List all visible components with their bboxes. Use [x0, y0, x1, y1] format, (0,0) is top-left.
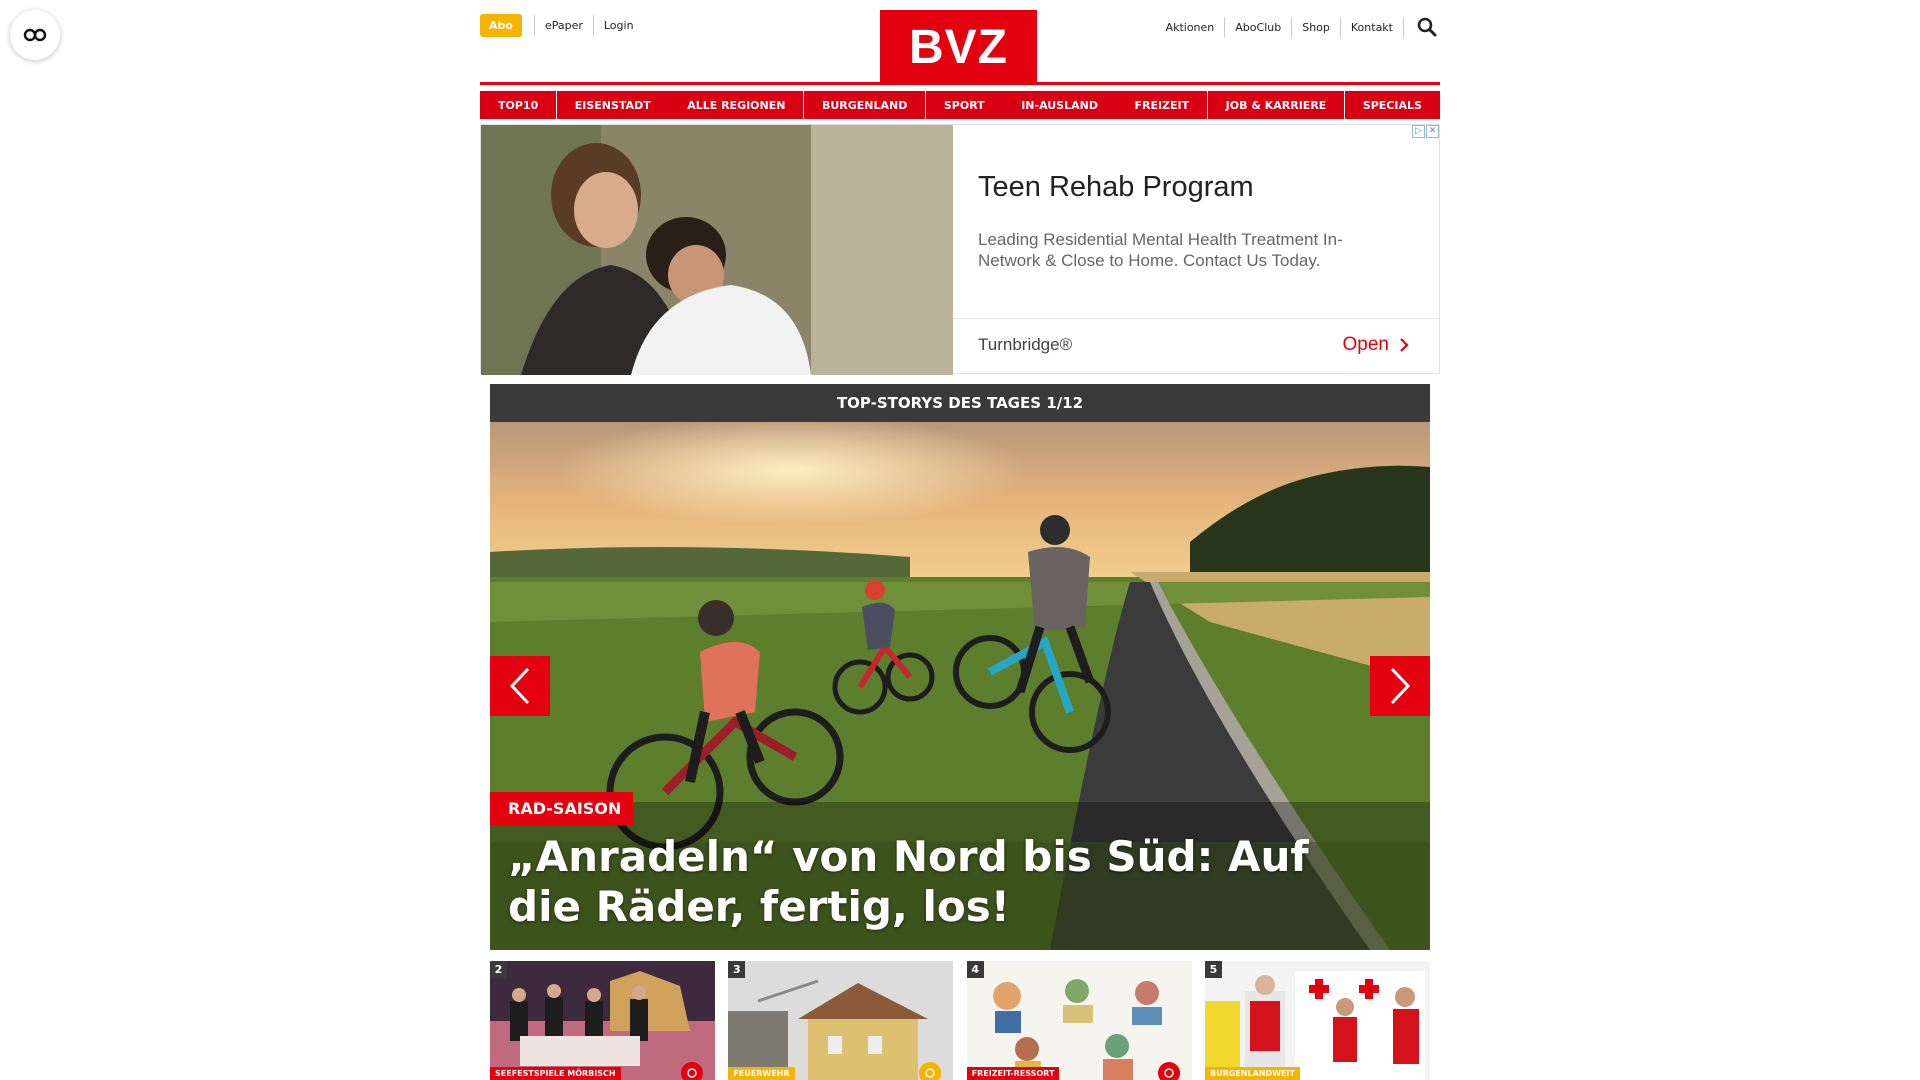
- hero-category-tag[interactable]: RAD-SAISON: [490, 792, 634, 825]
- reader-mode-button[interactable]: [10, 10, 60, 60]
- camera-icon: [681, 1062, 703, 1080]
- hero-headline[interactable]: „Anradeln“ von Nord bis Süd: Auf die Räd…: [508, 832, 1368, 932]
- nav-item-burgenland[interactable]: BURGENLAND: [803, 91, 926, 119]
- carousel-prev-button[interactable]: [490, 656, 550, 716]
- advertisement[interactable]: ▷ ✕ Teen Rehab Program Leading Residenti…: [480, 124, 1440, 375]
- carousel-next-button[interactable]: [1370, 656, 1430, 716]
- main-nav: TOP10 EISENSTADT ALLE REGIONEN BURGENLAN…: [480, 91, 1440, 119]
- ad-open-button[interactable]: Open: [1343, 334, 1409, 356]
- thumbnail-number: 4: [966, 961, 984, 978]
- hero-story[interactable]: RAD-SAISON „Anradeln“ von Nord bis Süd: …: [490, 422, 1430, 950]
- glasses-icon: [23, 28, 47, 42]
- ad-image[interactable]: [481, 125, 953, 375]
- thumbnail-category-tag: FREIZEIT-RESSORT: [966, 1067, 1060, 1080]
- nav-item-freizeit[interactable]: FREIZEIT: [1116, 91, 1208, 119]
- bvz-logo[interactable]: BVZ: [880, 10, 1037, 84]
- site-container: Abo ePaper Login BVZ Aktionen AboClub Sh…: [480, 0, 1440, 1080]
- chevron-left-icon: [509, 667, 530, 705]
- chevron-right-icon: [1390, 667, 1411, 705]
- ad-open-label: Open: [1342, 334, 1389, 355]
- nav-item-top10[interactable]: TOP10: [480, 91, 557, 119]
- nav-item-specials[interactable]: SPECIALS: [1344, 91, 1440, 119]
- ad-description: Leading Residential Mental Health Treatm…: [978, 230, 1343, 270]
- thumbnail-category-tag: BURGENLANDWEIT: [1204, 1067, 1300, 1080]
- thumbnail-category-tag: SEEFESTSPIELE MÖRBISCH: [490, 1067, 621, 1080]
- nav-item-in-ausland[interactable]: IN-AUSLAND: [1003, 91, 1116, 119]
- header-divider: [480, 82, 1440, 85]
- thumbnail-story-4[interactable]: 4 FREIZEIT-RESSORT: [966, 961, 1192, 1080]
- top-stories: TOP-STORYS DES TAGES 1/12 RAD-SAISON „An…: [490, 384, 1430, 950]
- ad-title[interactable]: Teen Rehab Program: [978, 171, 1254, 204]
- thumbnail-image: [490, 961, 715, 1080]
- camera-icon: [919, 1062, 942, 1080]
- thumbnail-story-2[interactable]: 2 SEEFESTSPIELE MÖRBISCH: [490, 961, 715, 1080]
- utility-nav-right: Aktionen AboClub Shop Kontakt: [1156, 14, 1440, 40]
- thumbnail-image: [728, 961, 954, 1080]
- nav-item-eisenstadt[interactable]: EISENSTADT: [556, 91, 669, 119]
- search-icon: [1417, 17, 1437, 37]
- thumbnail-number: 5: [1204, 961, 1222, 978]
- camera-icon: [1157, 1062, 1180, 1080]
- thumbnail-story-5[interactable]: 5 BURGENLANDWEIT: [1204, 961, 1430, 1080]
- shop-link[interactable]: Shop: [1292, 16, 1341, 38]
- chevron-right-icon: [1400, 338, 1409, 352]
- page: Abo ePaper Login BVZ Aktionen AboClub Sh…: [0, 0, 1920, 1080]
- thumbnail-category-tag: FEUERWEHR: [728, 1067, 795, 1080]
- thumbnail-number: 3: [728, 961, 746, 978]
- thumbnail-number: 2: [490, 961, 507, 978]
- search-button[interactable]: [1414, 14, 1440, 40]
- ad-choices-icon[interactable]: ▷: [1412, 125, 1425, 138]
- ad-choices[interactable]: ▷ ✕: [1411, 125, 1439, 138]
- thumbnail-story-3[interactable]: 3 FEUERWEHR: [728, 961, 954, 1080]
- ad-brand: Turnbridge®: [978, 335, 1073, 354]
- utility-nav-left: Abo ePaper Login: [480, 14, 644, 37]
- kontakt-link[interactable]: Kontakt: [1341, 16, 1404, 38]
- nav-item-alle-regionen[interactable]: ALLE REGIONEN: [669, 91, 804, 119]
- header: Abo ePaper Login BVZ Aktionen AboClub Sh…: [480, 0, 1440, 84]
- nav-item-sport[interactable]: SPORT: [925, 91, 1003, 119]
- story-thumbnails: 2 SEEFESTSPIELE MÖRBISCH 3 FEUERWEHR 4 F…: [490, 961, 1430, 1080]
- close-icon[interactable]: ✕: [1426, 125, 1439, 138]
- nav-item-job-karriere[interactable]: JOB & KARRIERE: [1207, 91, 1345, 119]
- thumbnail-image: [966, 961, 1192, 1080]
- login-link[interactable]: Login: [592, 15, 644, 36]
- aboclub-link[interactable]: AboClub: [1225, 16, 1293, 38]
- ad-divider: [953, 318, 1439, 319]
- epaper-link[interactable]: ePaper: [533, 15, 593, 36]
- top-stories-header: TOP-STORYS DES TAGES 1/12: [490, 384, 1430, 422]
- aktionen-link[interactable]: Aktionen: [1156, 16, 1226, 38]
- thumbnail-image: [1204, 961, 1430, 1080]
- abo-button[interactable]: Abo: [480, 14, 522, 37]
